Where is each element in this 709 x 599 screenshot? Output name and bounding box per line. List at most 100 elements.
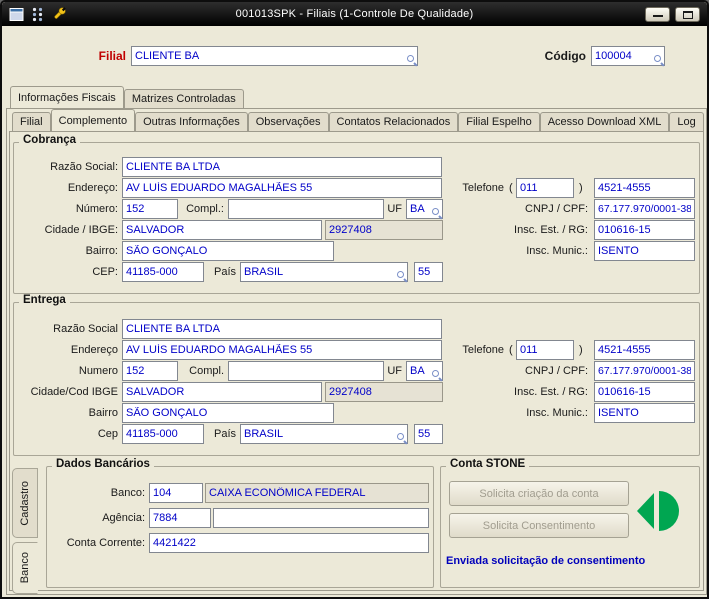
banco-codigo-input[interactable] [149,483,203,503]
entrega-insc-est-label: Insc. Est. / RG: [514,386,588,398]
agencia-digito-input[interactable] [213,508,429,528]
cobranca-group: Cobrança Razão Social: Endereço: Telefon… [13,134,700,294]
tab-observacoes[interactable]: Observações [247,112,329,131]
window-icon [9,7,24,21]
cobranca-numero-input[interactable] [122,199,178,219]
search-icon[interactable] [431,369,442,380]
side-tab-banco[interactable]: Banco [12,542,38,594]
cobranca-numero-label: Número: [75,203,118,215]
tab-informacoes-fiscais[interactable]: Informações Fiscais [10,86,124,109]
cobranca-razao-social-input[interactable] [122,157,442,177]
cobranca-cidade-label: Cidade / IBGE: [44,224,118,236]
tab-outras-informacoes[interactable]: Outras Informações [135,112,248,131]
entrega-compl-input[interactable] [228,361,384,381]
maximize-button[interactable] [675,6,700,22]
cobranca-compl-label: Compl.: [186,203,224,215]
cobranca-cep-input[interactable] [122,262,204,282]
cobranca-telefone-numero-input[interactable] [594,178,695,198]
outer-tab-bar: Informações Fiscais Matrizes Controladas [10,86,244,109]
entrega-pais-codigo-input[interactable] [414,424,443,444]
cobranca-uf-label: UF [387,203,402,215]
entrega-title: Entrega [19,294,70,306]
cobranca-bairro-label: Bairro: [85,245,118,257]
cobranca-insc-mun-label: Insc. Munic.: [526,245,588,257]
codigo-field [591,46,665,66]
filial-input[interactable] [131,46,418,66]
cobranca-cidade-input[interactable] [122,220,322,240]
entrega-insc-est-input[interactable] [594,382,695,402]
tab-label: Filial [20,116,43,128]
titlebar-icons [9,6,68,22]
entrega-cidade-label: Cidade/Cod IBGE [30,386,118,398]
cobranca-cnpj-input[interactable] [594,199,695,219]
entrega-pais-field [240,424,408,444]
search-icon[interactable] [396,270,407,281]
tab-label: Filial Espelho [466,116,532,128]
tab-label: Informações Fiscais [18,92,116,104]
entrega-endereco-input[interactable] [122,340,442,360]
consentimento-status-text: Enviada solicitação de consentimento [446,555,646,567]
dados-bancarios-title: Dados Bancários [52,458,154,470]
minimize-icon [653,14,663,17]
inner-tab-bar: Filial Complemento Outras Informações Ob… [12,109,704,132]
side-tab-label: Banco [19,552,31,584]
solicita-consentimento-button[interactable]: Solicita Consentimento [449,513,629,538]
filial-label: Filial [98,49,126,63]
solicita-criacao-conta-button[interactable]: Solicita criação da conta [449,481,629,506]
entrega-cidade-input[interactable] [122,382,322,402]
paren-open: ( [509,344,513,356]
wrench-icon [54,7,66,19]
entrega-numero-input[interactable] [122,361,178,381]
conta-corrente-label: Conta Corrente: [66,537,145,549]
entrega-uf-field [406,361,443,381]
tab-label: Observações [255,116,321,128]
entrega-ibge-readonly [325,382,443,402]
cobranca-cep-label: CEP: [92,266,118,278]
agencia-label: Agência: [102,512,145,524]
maximize-icon [683,10,693,19]
entrega-telefone-numero-input[interactable] [594,340,695,360]
cobranca-insc-mun-input[interactable] [594,241,695,261]
cobranca-endereco-input[interactable] [122,178,442,198]
tab-filial[interactable]: Filial [12,112,51,131]
search-icon[interactable] [653,54,664,65]
entrega-insc-mun-input[interactable] [594,403,695,423]
entrega-bairro-input[interactable] [122,403,334,423]
cobranca-pais-codigo-input[interactable] [414,262,443,282]
search-icon[interactable] [431,207,442,218]
cobranca-compl-input[interactable] [228,199,384,219]
entrega-telefone-ddd-input[interactable] [516,340,574,360]
search-icon[interactable] [396,432,407,443]
agencia-input[interactable] [149,508,211,528]
entrega-pais-label: País [213,428,236,440]
app-window: 001013SPK - Filiais (1-Controle De Quali… [0,0,709,599]
entrega-razao-social-input[interactable] [122,319,442,339]
entrega-pais-input[interactable] [240,424,408,444]
tab-acesso-download-xml[interactable]: Acesso Download XML [539,112,670,131]
paren-close: ) [579,344,583,356]
paren-open: ( [509,182,513,194]
cobranca-insc-est-input[interactable] [594,220,695,240]
tab-filial-espelho[interactable]: Filial Espelho [458,112,540,131]
search-icon[interactable] [406,54,417,65]
side-tab-cadastro[interactable]: Cadastro [12,468,38,538]
tab-matrizes-controladas[interactable]: Matrizes Controladas [123,89,244,108]
tab-contatos-relacionados[interactable]: Contatos Relacionados [328,112,459,131]
side-tab-label: Cadastro [19,480,31,526]
cobranca-bairro-input[interactable] [122,241,334,261]
conta-stone-group: Conta STONE Solicita criação da conta So… [440,458,700,588]
tab-label: Outras Informações [143,116,240,128]
minimize-button[interactable] [645,6,670,22]
cobranca-telefone-ddd-input[interactable] [516,178,574,198]
titlebar: 001013SPK - Filiais (1-Controle De Quali… [2,2,707,26]
entrega-endereco-label: Endereço [70,344,118,356]
entrega-razao-social-label: Razão Social [53,323,118,335]
entrega-cep-input[interactable] [122,424,204,444]
conta-corrente-input[interactable] [149,533,429,553]
paren-close: ) [579,182,583,194]
entrega-numero-label: Numero [78,365,118,377]
tab-log[interactable]: Log [669,112,704,131]
tab-complemento[interactable]: Complemento [50,109,136,132]
entrega-cnpj-input[interactable] [594,361,695,381]
cobranca-pais-input[interactable] [240,262,408,282]
